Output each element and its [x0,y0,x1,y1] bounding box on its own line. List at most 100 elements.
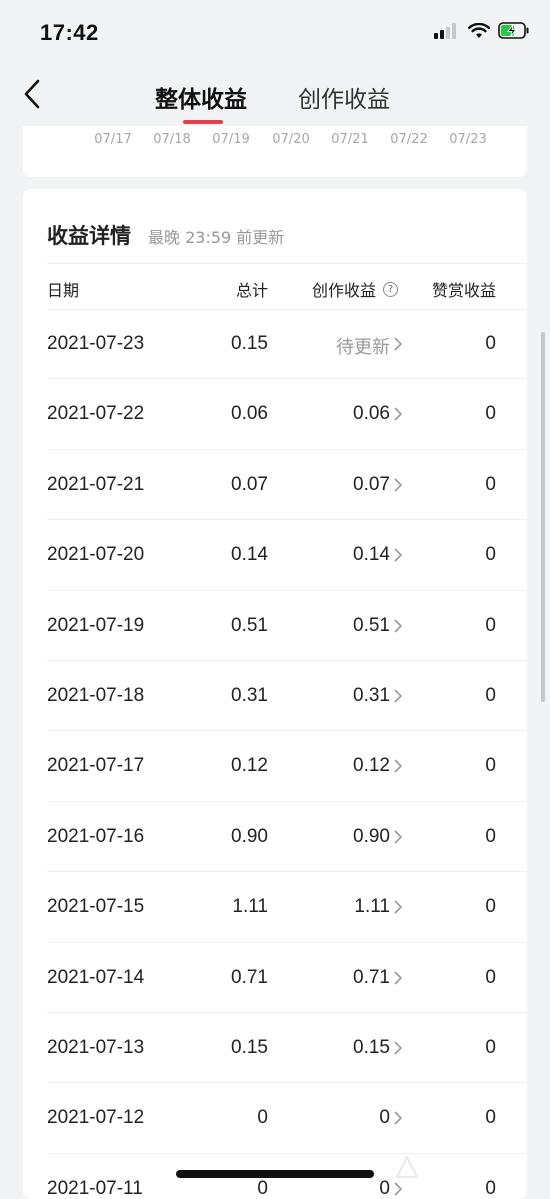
chart-x-label: 07/19 [212,132,250,147]
cellular-signal-icon [434,22,460,43]
row-creation-link[interactable]: 待更新 [336,333,402,359]
chart-x-label: 07/22 [390,132,428,147]
row-date: 2021-07-13 [47,1036,145,1058]
row-creation-value: 0.90 [353,825,390,847]
chevron-right-icon [394,970,402,985]
table-row: 2021-07-16 0.90 0.90 0 [23,802,527,873]
details-title: 收益详情 [47,224,131,248]
table-row: 2021-07-23 0.15 待更新 0 [23,309,527,380]
row-reward: 0 [485,1036,496,1058]
row-creation-value: 0.14 [353,544,390,566]
row-total: 0 [257,1107,268,1129]
row-total: 0.71 [231,966,268,988]
table-header: 日期 总计 创作收益 ? 赞赏收益 [23,263,527,309]
row-creation-link[interactable]: 0.51 [353,614,402,637]
row-creation-link[interactable]: 0.14 [353,544,402,566]
chevron-left-icon [23,79,41,113]
home-indicator[interactable] [176,1170,374,1178]
chevron-right-icon [394,900,402,914]
row-date: 2021-07-16 [47,825,145,847]
chevron-right-icon [394,478,402,492]
row-date: 2021-07-11 [47,1177,143,1199]
nav-bar: 整体收益 创作收益 [0,62,550,126]
row-creation-link[interactable]: 0.71 [353,966,402,989]
scrollbar[interactable] [541,332,545,702]
row-creation-link[interactable]: 0.90 [353,825,402,848]
row-creation-value: 待更新 [336,337,390,358]
row-creation-value: 0.15 [353,1036,390,1058]
row-creation-value: 0 [379,1177,390,1199]
row-reward: 0 [485,403,496,425]
row-creation-link[interactable]: 1.11 [354,896,402,918]
row-creation-link[interactable]: 0 [379,1177,402,1199]
row-creation-link[interactable]: 0.31 [353,684,402,707]
question-circle-icon[interactable]: ? [383,281,398,297]
row-date: 2021-07-20 [47,544,145,566]
back-button[interactable] [14,76,50,116]
row-creation-link[interactable]: 0.15 [353,1036,402,1059]
row-date: 2021-07-18 [47,684,145,706]
column-header-date: 日期 [47,281,80,300]
chevron-right-icon [394,548,402,562]
earnings-chart-card: 07/17 07/18 07/19 07/20 07/21 07/22 07/2… [23,126,527,177]
row-creation-value: 0.31 [353,684,390,706]
column-header-creation-label: 创作收益 [311,281,376,300]
tab-creation-earnings[interactable]: 创作收益 [298,80,390,114]
row-creation-link[interactable]: 0.06 [353,403,402,425]
table-row: 2021-07-12 0 0 0 [23,1083,527,1155]
row-total: 1.11 [232,896,268,918]
tab-overall-earnings[interactable]: 整体收益 [155,80,247,114]
table-row: 2021-07-17 0.12 0.12 0 [23,731,527,803]
column-header-reward: 赞赏收益 [431,281,496,300]
row-creation-link[interactable]: 0.12 [353,755,402,777]
table-row: 2021-07-15 1.11 1.11 0 [23,872,527,943]
row-total: 0.12 [231,755,268,777]
earnings-table-body: 2021-07-23 0.15 待更新 0 2021-07-22 0.06 0.… [23,309,527,1199]
status-time: 17:42 [40,20,99,45]
row-reward: 0 [485,684,496,706]
chevron-right-icon [394,1182,402,1196]
row-date: 2021-07-12 [47,1107,145,1129]
row-reward: 0 [485,896,496,918]
watermark-icon [395,1154,419,1178]
row-reward: 0 [485,544,496,566]
row-date: 2021-07-19 [47,614,145,636]
chevron-right-icon [394,1041,402,1055]
row-creation-link[interactable]: 0 [379,1107,402,1129]
status-icons [434,22,530,43]
row-creation-value: 0.71 [353,966,390,988]
row-date: 2021-07-22 [47,403,145,425]
row-total: 0.15 [231,1036,268,1058]
details-update-note: 最晚 23:59 前更新 [148,228,285,247]
row-reward: 0 [485,966,496,988]
column-header-total: 总计 [235,281,268,300]
row-date: 2021-07-17 [47,755,145,777]
battery-charging-icon [498,22,530,43]
table-row: 2021-07-19 0.51 0.51 0 [23,591,527,662]
row-creation-value: 0.51 [353,614,390,636]
row-total: 0.51 [231,614,268,636]
row-date: 2021-07-21 [47,473,145,495]
row-reward: 0 [485,614,496,636]
chevron-right-icon [394,337,402,351]
row-creation-link[interactable]: 0.07 [353,473,402,496]
chart-x-label: 07/21 [331,132,369,147]
row-date: 2021-07-23 [47,333,145,354]
row-creation-value: 0.07 [353,473,390,495]
status-bar: 17:42 [0,0,550,62]
active-tab-indicator [183,120,223,124]
table-row: 2021-07-20 0.14 0.14 0 [23,520,527,591]
table-row: 2021-07-22 0.06 0.06 0 [23,379,527,451]
table-row: 2021-07-21 0.07 0.07 0 [23,450,527,521]
chevron-right-icon [394,759,402,773]
row-reward: 0 [485,333,496,354]
row-reward: 0 [485,1177,496,1199]
row-total: 0.07 [231,473,268,495]
row-reward: 0 [485,473,496,495]
table-row: 2021-07-14 0.71 0.71 0 [23,943,527,1014]
row-total: 0.15 [231,333,268,354]
chart-x-label: 07/23 [449,132,487,147]
row-creation-value: 0 [379,1107,390,1129]
chevron-right-icon [394,689,402,703]
row-date: 2021-07-15 [47,896,145,918]
